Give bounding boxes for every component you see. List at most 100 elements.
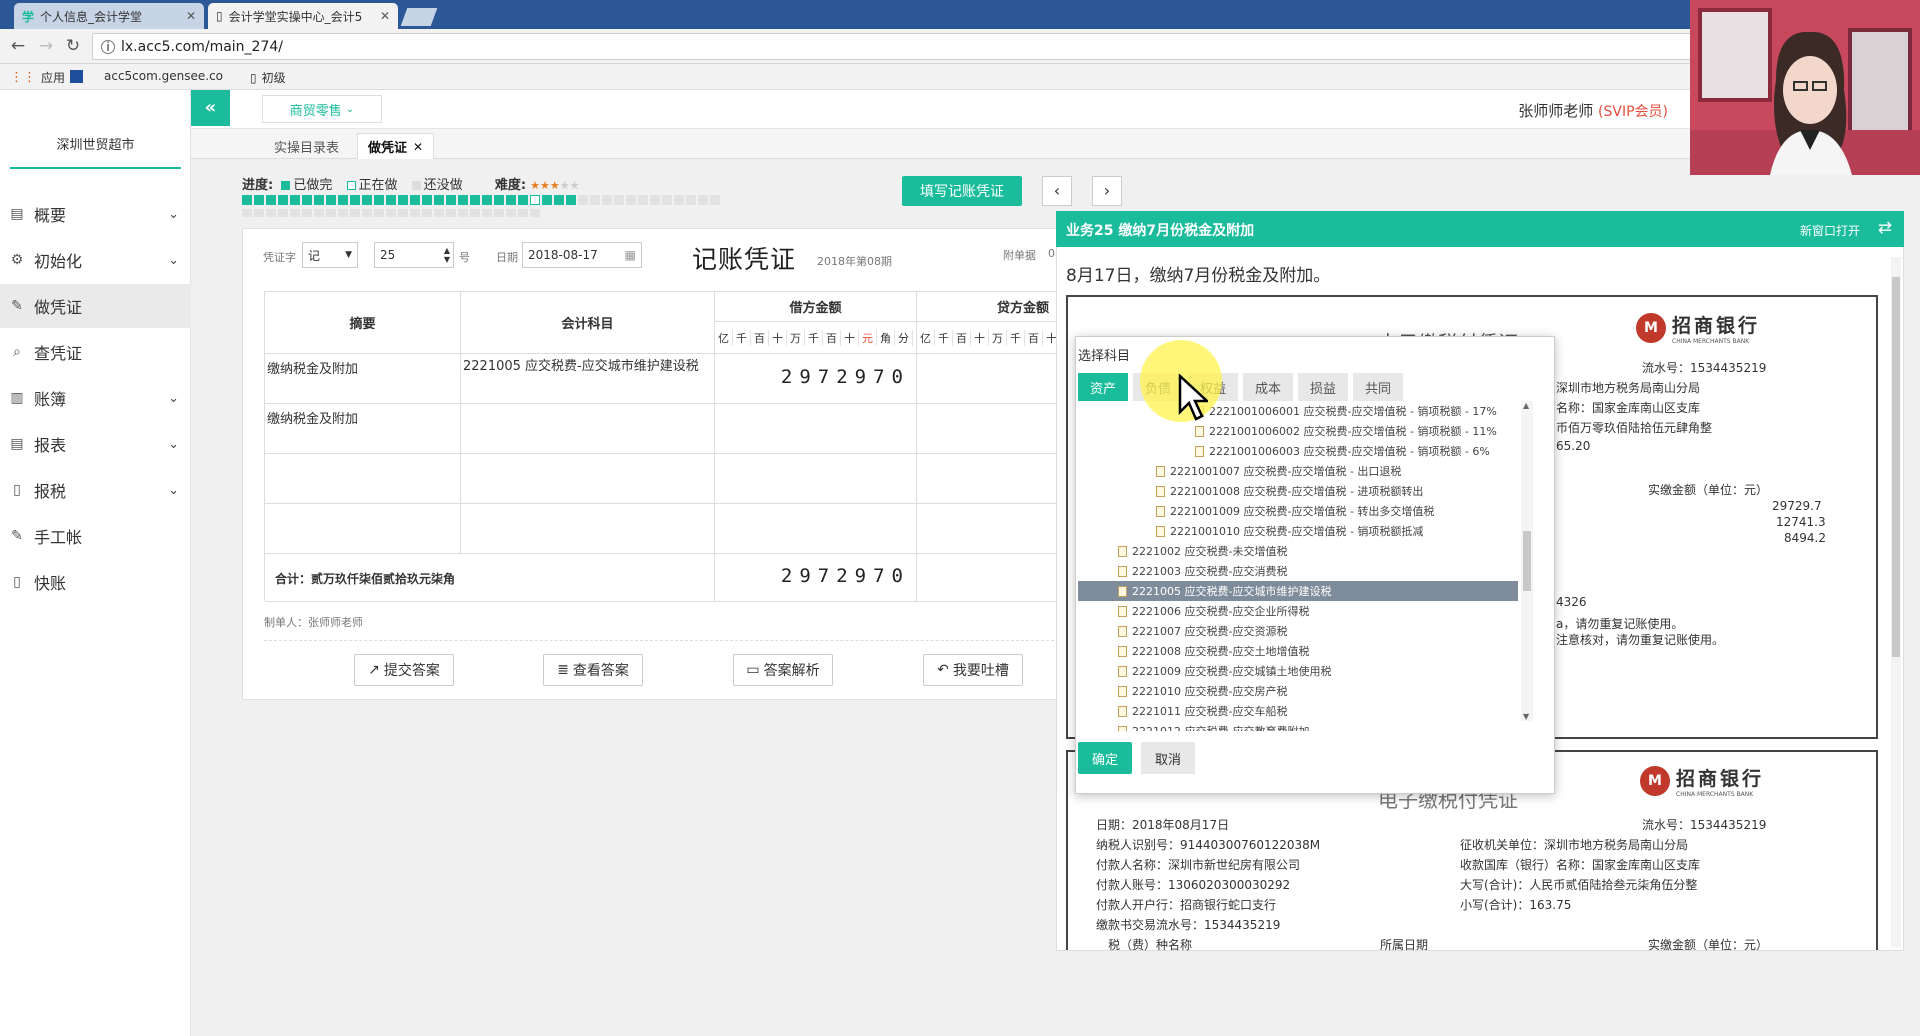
tab-cost[interactable]: 成本 [1243, 373, 1293, 401]
progress-cell[interactable] [626, 195, 636, 205]
calendar-icon[interactable]: ▦ [625, 248, 636, 262]
close-tab-icon[interactable]: ✕ [380, 9, 390, 23]
account-tree-item[interactable]: 2221009 应交税费-应交城镇土地使用税 [1078, 661, 1518, 681]
sidebar-item-6[interactable]: ▯ 报税 ⌄ [0, 468, 191, 512]
progress-cell[interactable] [638, 195, 648, 205]
progress-cell[interactable] [446, 209, 456, 217]
row-summary-cell[interactable] [265, 504, 461, 554]
bookmark-apps[interactable]: ⋮⋮ 应用 [10, 69, 65, 86]
progress-cell[interactable] [458, 195, 468, 205]
collapse-sidebar-button[interactable]: « [191, 90, 230, 126]
progress-cell[interactable] [278, 195, 288, 205]
progress-cell[interactable] [254, 209, 264, 217]
bookmark-gensee[interactable]: acc5com.gensee.co [70, 69, 223, 83]
panel-scrollbar[interactable] [1891, 257, 1901, 947]
sidebar-item-5[interactable]: ▤ 报表 ⌄ [0, 422, 191, 466]
voucher-number-input[interactable]: 25 ▲ ▼ [374, 242, 454, 268]
progress-cell[interactable] [362, 195, 372, 205]
progress-cell[interactable] [302, 195, 312, 205]
progress-cell[interactable] [530, 209, 540, 217]
account-tree-item[interactable]: 2221012 应交税费-应交教育费附加 [1078, 721, 1518, 731]
row-summary-cell[interactable]: 缴纳税金及附加 [265, 404, 461, 454]
confirm-button[interactable]: 确定 [1078, 742, 1132, 774]
browser-tab-practice[interactable]: ▯ 会计学堂实操中心_会计5 ✕ [208, 3, 398, 29]
progress-cell[interactable] [662, 195, 672, 205]
progress-cell[interactable] [422, 209, 432, 217]
progress-cell[interactable] [602, 195, 612, 205]
progress-cell[interactable] [494, 195, 504, 205]
back-icon[interactable]: ← [8, 36, 28, 56]
tab-practice-list[interactable]: 实操目录表 [264, 133, 349, 159]
progress-cell[interactable] [470, 209, 480, 217]
progress-cell[interactable] [458, 209, 468, 217]
progress-cell[interactable] [398, 195, 408, 205]
sidebar-item-0[interactable]: ▤ 概要 ⌄ [0, 192, 191, 236]
account-tree-item[interactable]: 2221001006002 应交税费-应交增值税 - 销项税额 - 11% [1078, 421, 1518, 441]
row-debit-cell[interactable]: 2972970 [715, 354, 917, 404]
row-summary-cell[interactable] [265, 454, 461, 504]
tab-common[interactable]: 共同 [1353, 373, 1403, 401]
progress-cell[interactable] [278, 209, 288, 217]
progress-cell[interactable] [590, 195, 600, 205]
user-info[interactable]: 张师师老师 (SVIP会员) [1518, 100, 1668, 121]
progress-cell[interactable] [254, 195, 264, 205]
progress-cell[interactable] [374, 209, 384, 217]
account-tree-item[interactable]: 2221002 应交税费-未交增值税 [1078, 541, 1518, 561]
progress-cell[interactable] [350, 195, 360, 205]
sidebar-item-2[interactable]: ✎ 做凭证 [0, 284, 191, 328]
prev-task-button[interactable]: ‹ [1042, 176, 1072, 206]
progress-cell[interactable] [446, 195, 456, 205]
sidebar-item-3[interactable]: ⌕ 查凭证 [0, 330, 191, 374]
progress-cell[interactable] [290, 209, 300, 217]
account-tree-item[interactable]: 2221001007 应交税费-应交增值税 - 出口退税 [1078, 461, 1518, 481]
url-input[interactable]: i lx.acc5.com/main_274/ [92, 33, 1692, 60]
progress-cell[interactable] [386, 195, 396, 205]
progress-cell[interactable] [350, 209, 360, 217]
row-debit-cell[interactable] [715, 454, 917, 504]
progress-cell[interactable] [362, 209, 372, 217]
progress-cell[interactable] [542, 195, 552, 205]
account-tree-item[interactable]: 2221001008 应交税费-应交增值税 - 进项税额转出 [1078, 481, 1518, 501]
progress-cell[interactable] [482, 209, 492, 217]
progress-cell[interactable] [650, 195, 660, 205]
close-icon[interactable]: ✕ [413, 140, 423, 154]
progress-cell[interactable] [698, 195, 708, 205]
tab-profit-loss[interactable]: 损益 [1298, 373, 1348, 401]
browser-tab-profile[interactable]: 学 个人信息_会计学堂 ✕ [14, 3, 204, 29]
tab-assets[interactable]: 资产 [1078, 373, 1128, 401]
submit-answer-button[interactable]: ↗ 提交答案 [354, 654, 454, 686]
row-credit-cell[interactable] [917, 454, 1065, 504]
dept-select[interactable]: 商贸零售 ⌄ [262, 95, 382, 123]
row-account-cell[interactable] [461, 404, 715, 454]
row-account-cell[interactable] [461, 454, 715, 504]
progress-cell[interactable] [686, 195, 696, 205]
sidebar-item-8[interactable]: ▯ 快账 [0, 560, 191, 604]
tree-scrollbar[interactable]: ▲ ▼ [1521, 401, 1533, 721]
progress-cell[interactable] [434, 195, 444, 205]
fill-voucher-button[interactable]: 填写记账凭证 [902, 176, 1022, 206]
account-tree-item[interactable]: 2221001010 应交税费-应交增值税 - 销项税额抵减 [1078, 521, 1518, 541]
progress-cell[interactable] [482, 195, 492, 205]
progress-cell[interactable] [338, 209, 348, 217]
row-debit-cell[interactable] [715, 404, 917, 454]
progress-cell[interactable] [338, 195, 348, 205]
swap-icon[interactable]: ⇄ [1878, 218, 1892, 238]
voucher-type-select[interactable]: 记 ▼ [302, 242, 358, 268]
progress-cell[interactable] [302, 209, 312, 217]
row-credit-cell[interactable] [917, 504, 1065, 554]
account-tree-item[interactable]: 2221011 应交税费-应交车船税 [1078, 701, 1518, 721]
date-input[interactable]: 2018-08-17 ▦ [522, 242, 642, 268]
progress-cell[interactable] [614, 195, 624, 205]
panel-scroll-thumb[interactable] [1892, 277, 1900, 657]
open-new-window-link[interactable]: 新窗口打开 [1800, 222, 1860, 239]
row-credit-cell[interactable] [917, 404, 1065, 454]
progress-cell[interactable] [266, 209, 276, 217]
account-tree-item[interactable]: 2221008 应交税费-应交土地增值税 [1078, 641, 1518, 661]
progress-cell[interactable] [422, 195, 432, 205]
account-tree-item[interactable]: 2221007 应交税费-应交资源税 [1078, 621, 1518, 641]
progress-cell[interactable] [578, 195, 588, 205]
progress-cell[interactable] [314, 195, 324, 205]
progress-cell[interactable] [554, 195, 564, 205]
close-tab-icon[interactable]: ✕ [186, 9, 196, 23]
sidebar-item-7[interactable]: ✎ 手工帐 [0, 514, 191, 558]
